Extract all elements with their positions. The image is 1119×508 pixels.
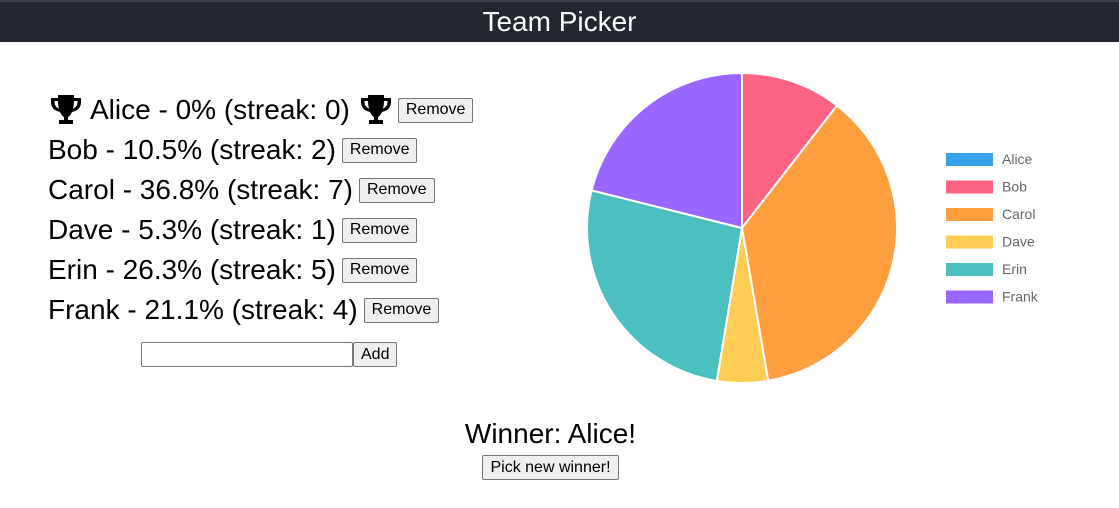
player-row-dave: Dave - 5.3% (streak: 1) Remove: [48, 210, 473, 250]
pick-winner-container: Pick new winner!: [0, 455, 1101, 480]
player-row-frank: Frank - 21.1% (streak: 4) Remove: [48, 290, 473, 330]
legend-swatch-alice[interactable]: [946, 153, 993, 166]
player-row-alice: Alice - 0% (streak: 0) Remove: [48, 90, 474, 130]
pie-slices: [586, 71, 898, 384]
legend-swatch-carol[interactable]: [946, 208, 993, 221]
remove-button[interactable]: Remove: [341, 137, 418, 163]
trophy-icon: [360, 95, 391, 124]
app-title: Team Picker: [482, 6, 637, 37]
legend-label-erin[interactable]: Erin: [1002, 261, 1027, 277]
remove-button[interactable]: Remove: [341, 217, 418, 243]
legend-swatch-bob[interactable]: [946, 180, 993, 194]
trophy-icon: [51, 95, 81, 124]
remove-button[interactable]: Remove: [397, 97, 474, 123]
legend-label-bob[interactable]: Bob: [1002, 179, 1027, 195]
remove-button[interactable]: Remove: [341, 257, 418, 283]
player-name-input[interactable]: [141, 342, 353, 367]
player-row-carol: Carol - 36.8% (streak: 7) Remove: [48, 170, 473, 210]
chart-legend: Alice Bob Carol Dave Erin Frank: [946, 151, 1039, 305]
player-text: Carol - 36.8% (streak: 7): [48, 174, 353, 205]
player-text: Dave - 5.3% (streak: 1): [48, 214, 336, 245]
legend-swatch-frank[interactable]: [946, 290, 993, 304]
player-list: Alice - 0% (streak: 0) Remove Bob - 10.5…: [48, 90, 474, 330]
player-text: Alice - 0% (streak: 0): [90, 94, 350, 125]
player-row-erin: Erin - 26.3% (streak: 5) Remove: [48, 250, 473, 290]
player-text: Erin - 26.3% (streak: 5): [48, 254, 336, 285]
remove-button[interactable]: Remove: [363, 297, 440, 323]
legend-swatch-erin[interactable]: [946, 263, 993, 276]
legend-swatch-dave[interactable]: [946, 235, 993, 249]
add-button[interactable]: Add: [353, 342, 398, 367]
legend-label-frank[interactable]: Frank: [1002, 289, 1039, 305]
app-header: Team Picker: [0, 0, 1119, 42]
remove-button[interactable]: Remove: [359, 177, 435, 203]
pick-new-winner-button[interactable]: Pick new winner!: [482, 455, 619, 480]
player-text: Bob - 10.5% (streak: 2): [48, 134, 336, 165]
pie-chart: Alice Bob Carol Dave Erin Frank: [586, 71, 1039, 384]
winner-text: Winner: Alice!: [464, 418, 637, 449]
player-text: Frank - 21.1% (streak: 4): [48, 294, 358, 325]
legend-label-alice[interactable]: Alice: [1002, 151, 1033, 167]
legend-label-carol[interactable]: Carol: [1002, 206, 1035, 222]
player-row-bob: Bob - 10.5% (streak: 2) Remove: [48, 130, 473, 170]
add-player-form: Add: [141, 342, 398, 367]
legend-label-dave[interactable]: Dave: [1002, 234, 1035, 250]
